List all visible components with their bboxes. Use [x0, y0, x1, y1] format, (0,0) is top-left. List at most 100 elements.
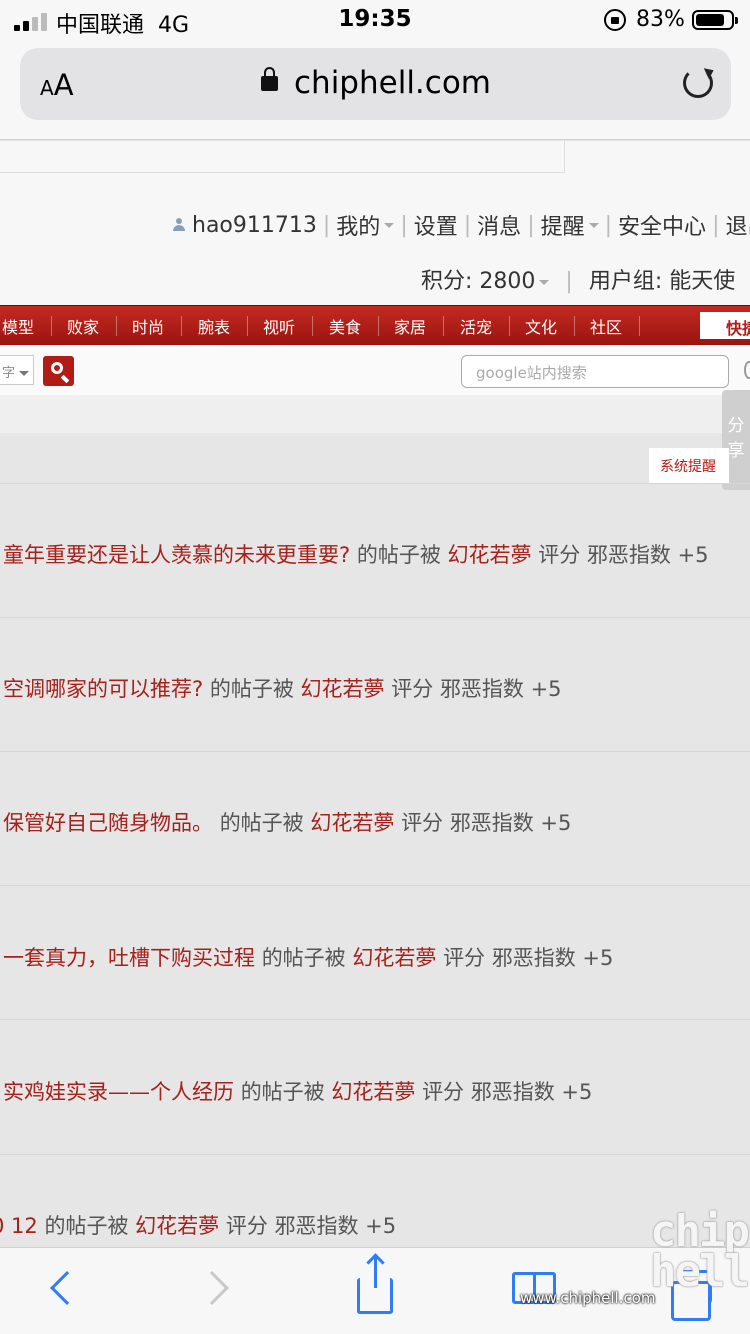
nav-settings[interactable]: 设置: [414, 209, 458, 241]
browser-address-area: AA chiphell.com: [0, 40, 750, 140]
forward-icon[interactable]: [195, 1271, 229, 1305]
nav-separator: [443, 316, 444, 336]
list-item: 童年重要还是让人羡慕的未来更重要? 的帖子被 幻花若夢 评分 邪恶指数 +5: [3, 539, 709, 569]
nav-messages[interactable]: 消息: [477, 209, 521, 241]
chevron-down-icon[interactable]: [384, 222, 395, 228]
nav-separator: [639, 316, 640, 336]
list-divider: [0, 1154, 750, 1155]
list-divider: [0, 617, 750, 618]
rater-link[interactable]: 幻花若夢: [301, 677, 385, 701]
rater-link[interactable]: 幻花若夢: [135, 1214, 219, 1238]
search-row: 字 google站内搜索: [0, 345, 750, 395]
address-bar[interactable]: AA chiphell.com: [20, 48, 731, 120]
nav-fashion[interactable]: 时尚: [132, 314, 164, 338]
url-domain[interactable]: chiphell.com: [294, 65, 491, 101]
lock-icon: [261, 67, 278, 91]
nav-culture[interactable]: 文化: [525, 314, 557, 338]
notice-text: 评分 邪恶指数 +5: [422, 1080, 593, 1104]
chevron-down-icon: [19, 371, 30, 376]
user-icon: [172, 218, 186, 232]
chevron-down-icon[interactable]: [539, 279, 550, 285]
notice-text: 评分 邪恶指数 +5: [443, 946, 614, 970]
notice-text: 的帖子被: [261, 946, 346, 970]
rater-link[interactable]: 幻花若夢: [448, 543, 532, 567]
system-notice-tab[interactable]: 系统提醒: [649, 448, 729, 483]
nav-separator: [574, 316, 575, 336]
notice-text: 的帖子被: [219, 811, 304, 835]
rater-link[interactable]: 幻花若夢: [331, 1080, 415, 1104]
nav-separator: [312, 316, 313, 336]
nav-baijia[interactable]: 败家: [67, 314, 99, 338]
list-item: 保管好自己随身物品。 的帖子被 幻花若夢 评分 邪恶指数 +5: [3, 807, 571, 837]
thread-link[interactable]: 保管好自己随身物品。: [3, 811, 213, 835]
nav-separator: [51, 316, 52, 336]
search-type-select[interactable]: 字: [0, 355, 34, 385]
rotation-lock-icon: [604, 9, 626, 31]
google-search-input[interactable]: google站内搜索: [461, 355, 729, 388]
list-item: 空调哪家的可以推荐? 的帖子被 幻花若夢 评分 邪恶指数 +5: [3, 673, 562, 703]
rater-link[interactable]: 幻花若夢: [352, 946, 436, 970]
nav-my[interactable]: 我的: [336, 209, 380, 241]
thread-link[interactable]: 实鸡娃实录——个人经历: [3, 1080, 234, 1104]
nav-community[interactable]: 社区: [590, 314, 622, 338]
watermark-logo: chip hell: [650, 1206, 750, 1297]
nav-home[interactable]: 家居: [394, 314, 426, 338]
share-icon[interactable]: [357, 1256, 393, 1314]
list-divider: [0, 885, 750, 886]
thread-link[interactable]: 一套真力，吐槽下购买过程: [3, 946, 255, 970]
list-item: 0 12 的帖子被 幻花若夢 评分 邪恶指数 +5: [0, 1210, 396, 1240]
search-button[interactable]: [43, 356, 74, 386]
status-bar: 中国联通 4G 19:35 83%: [0, 0, 750, 40]
nav-separator: [509, 316, 510, 336]
back-icon[interactable]: [50, 1271, 84, 1305]
chevron-down-icon[interactable]: [588, 222, 599, 228]
reload-icon[interactable]: [683, 68, 713, 98]
list-divider: [0, 483, 750, 484]
notice-text: 评分 邪恶指数 +5: [401, 811, 572, 835]
notice-text: 的帖子被: [44, 1214, 129, 1238]
partial-icon: [744, 361, 750, 379]
nav-separator: [181, 316, 182, 336]
text-size-button[interactable]: AA: [40, 68, 74, 102]
nav-pets[interactable]: 活宠: [460, 314, 492, 338]
nav-food[interactable]: 美食: [329, 314, 361, 338]
notice-text: 的帖子被: [356, 543, 441, 567]
nav-watch[interactable]: 腕表: [198, 314, 230, 338]
nav-av[interactable]: 视听: [263, 314, 295, 338]
site-header: hao911713|我的|设置|消息|提醒|安全中心|退出 积分: 2800|用…: [0, 141, 750, 305]
share-tab-char: 分: [727, 416, 745, 436]
nav-separator: [247, 316, 248, 336]
notice-text: 的帖子被: [209, 677, 294, 701]
nav-model[interactable]: 模型: [2, 314, 34, 338]
battery-percent: 83%: [636, 7, 685, 32]
category-nav: 模型 败家 时尚 腕表 视听 美食 家居 活宠 文化 社区 快捷: [0, 305, 750, 345]
quick-nav-button[interactable]: 快捷: [700, 312, 750, 339]
content-header-stripe: [0, 395, 750, 433]
header-divider-vertical: [564, 141, 565, 173]
user-nav: hao911713|我的|设置|消息|提醒|安全中心|退出: [172, 209, 750, 241]
nav-reminders[interactable]: 提醒: [541, 209, 585, 241]
list-item: 一套真力，吐槽下购买过程 的帖子被 幻花若夢 评分 邪恶指数 +5: [3, 942, 613, 972]
battery-icon: [692, 10, 738, 30]
nav-separator: [116, 316, 117, 336]
notice-text: 评分 邪恶指数 +5: [538, 543, 709, 567]
nav-separator: [378, 316, 379, 336]
list-divider: [0, 751, 750, 752]
user-group: 用户组: 能天使: [588, 269, 736, 294]
nav-security-center[interactable]: 安全中心: [618, 209, 706, 241]
thread-link[interactable]: 空调哪家的可以推荐?: [3, 677, 203, 701]
thread-link[interactable]: 0 12: [0, 1214, 38, 1238]
search-icon: [51, 362, 63, 374]
list-item: 实鸡娃实录——个人经历 的帖子被 幻花若夢 评分 邪恶指数 +5: [3, 1076, 592, 1106]
thread-link[interactable]: 童年重要还是让人羡慕的未来更重要?: [3, 543, 350, 567]
user-info: 积分: 2800 | 用户组: 能天使: [421, 269, 736, 294]
rater-link[interactable]: 幻花若夢: [310, 811, 394, 835]
points-link[interactable]: 积分: 2800: [421, 269, 535, 294]
list-divider: [0, 1019, 750, 1020]
username-link[interactable]: hao911713: [192, 213, 317, 238]
notice-text: 评分 邪恶指数 +5: [391, 677, 562, 701]
nav-logout[interactable]: 退出: [725, 209, 750, 241]
notice-text: 的帖子被: [240, 1080, 325, 1104]
watermark-url: www.chiphell.com: [520, 1289, 656, 1307]
header-divider: [0, 172, 564, 173]
